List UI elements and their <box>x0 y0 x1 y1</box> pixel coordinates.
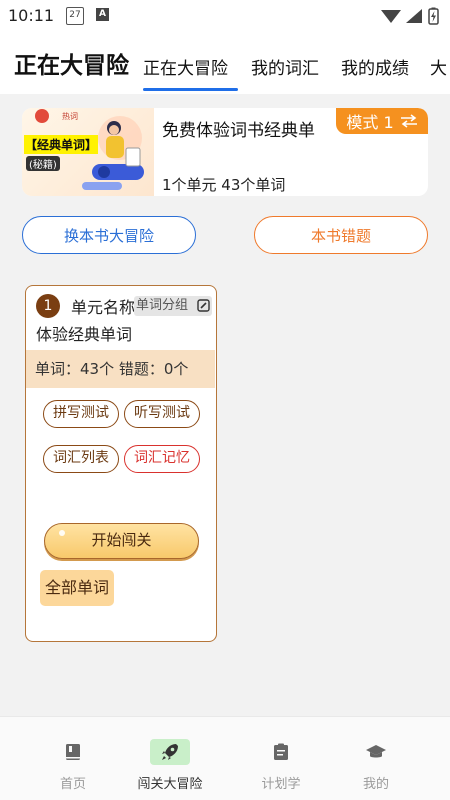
mode-switch-button[interactable]: 模式 1 <box>336 108 428 134</box>
unit-card: 1 单元名称 单词分组 体验经典单词 单词：43个 错题：0个 拼写测试 听写测… <box>25 285 217 642</box>
unit-number-badge: 1 <box>36 294 60 318</box>
book-title: 免费体验词书经典单 <box>162 121 315 141</box>
page-title: 正在大冒险 <box>14 53 129 79</box>
book-card[interactable]: 热词 【经典单词】 (秘籍) 免费体验词书经典单 1个单元 43个单词 模式 1 <box>22 108 428 196</box>
cover-logo: 热词 <box>62 112 78 121</box>
start-challenge-label: 开始闯关 <box>91 531 152 549</box>
wifi-icon <box>381 10 401 23</box>
signal-icon <box>406 9 422 23</box>
graduation-cap-icon <box>356 739 396 765</box>
unit-stats: 单词：43个 错题：0个 <box>26 350 215 388</box>
dictation-test-button[interactable]: 听写测试 <box>124 400 200 428</box>
tab-adventure[interactable]: 正在大冒险 <box>143 54 228 79</box>
nav-item-home[interactable]: 首页 <box>17 717 129 800</box>
status-bar: 10:11 27 A <box>0 0 450 32</box>
book-cover: 热词 【经典单词】 (秘籍) <box>22 108 154 196</box>
spelling-test-button[interactable]: 拼写测试 <box>43 400 119 428</box>
start-challenge-button[interactable]: 开始闯关 <box>44 523 199 559</box>
word-list-button[interactable]: 词汇列表 <box>43 445 119 473</box>
book-meta: 1个单元 43个单词 <box>162 176 286 194</box>
swap-icon <box>400 114 417 128</box>
sparkle-decoration <box>59 530 65 536</box>
nav-label-adventure: 闯关大冒险 <box>137 777 203 792</box>
book-icon <box>53 739 93 765</box>
switch-book-button[interactable]: 换本书大冒险 <box>22 216 196 254</box>
active-tab-indicator <box>143 88 238 91</box>
unit-name-label: 单元名称 <box>71 298 136 317</box>
wrong-words-button[interactable]: 本书错题 <box>254 216 428 254</box>
clipboard-icon <box>261 739 301 765</box>
nav-label-mine: 我的 <box>362 777 389 792</box>
tab-my-vocabulary[interactable]: 我的词汇 <box>251 54 319 79</box>
nav-item-mine[interactable]: 我的 <box>320 717 432 800</box>
all-words-button[interactable]: 全部单词 <box>40 570 114 606</box>
word-memory-button[interactable]: 词汇记忆 <box>124 445 200 473</box>
rocket-icon <box>150 739 190 765</box>
tab-more[interactable]: 大 <box>430 54 447 79</box>
unit-title: 体验经典单词 <box>36 325 133 344</box>
notification-a-icon: A <box>96 8 109 21</box>
mode-label: 模式 1 <box>346 113 394 132</box>
nav-item-adventure[interactable]: 闯关大冒险 <box>114 717 226 800</box>
cover-subtitle: (秘籍) <box>26 156 60 171</box>
word-group-label: 单词分组 <box>136 298 189 313</box>
bottom-nav: 首页 闯关大冒险 计划学 我的 <box>0 716 450 800</box>
top-tab-bar: 正在大冒险 正在大冒险 我的词汇 我的成绩 大 <box>0 32 450 94</box>
system-status-icons <box>381 7 439 25</box>
nav-label-home: 首页 <box>59 777 86 792</box>
tab-my-scores[interactable]: 我的成绩 <box>341 54 409 79</box>
edit-icon <box>197 299 210 312</box>
status-time: 10:11 <box>8 6 55 25</box>
cover-label: 【经典单词】 <box>24 135 99 154</box>
word-group-button[interactable]: 单词分组 <box>134 296 212 316</box>
calendar-icon: 27 <box>66 7 84 25</box>
